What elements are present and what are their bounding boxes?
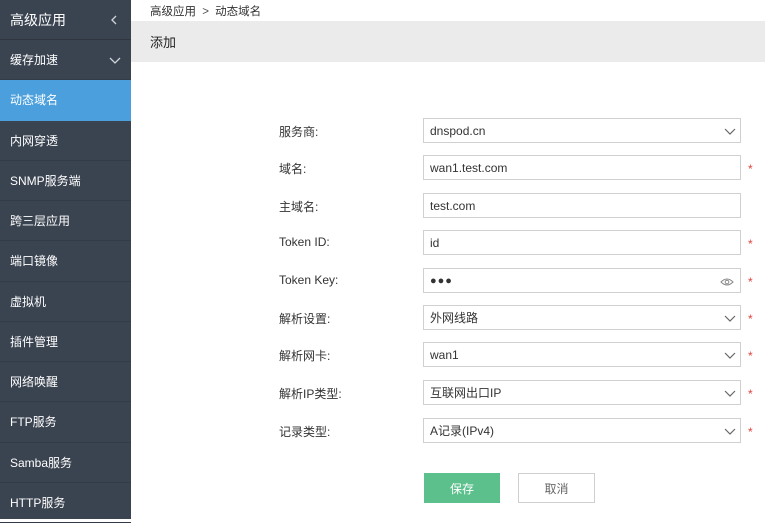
sidebar-item-wol[interactable]: 网络唤醒 xyxy=(0,362,131,403)
sidebar-item-label: 插件管理 xyxy=(10,334,59,349)
token-key-value: ●●● xyxy=(430,274,453,287)
chevron-down-icon xyxy=(724,313,736,323)
required-mark: * xyxy=(748,275,753,289)
sidebar-item-nat-traversal[interactable]: 内网穿透 xyxy=(0,121,131,161)
token-key-input[interactable]: ●●● xyxy=(423,268,741,293)
required-mark: * xyxy=(748,425,753,439)
form-row-record-type: 记录类型: A记录(IPv4) * xyxy=(131,418,765,444)
chevron-left-icon[interactable] xyxy=(109,15,119,25)
form-row-resolve-nic: 解析网卡: wan1 * xyxy=(131,342,765,368)
resolve-nic-value: wan1 xyxy=(430,347,459,362)
page-title-bar: 添加 xyxy=(131,21,765,62)
provider-label: 服务商: xyxy=(279,125,319,139)
sidebar-item-label: SNMP服务端 xyxy=(10,173,81,188)
sidebar-item-ddns[interactable]: 动态域名 xyxy=(0,80,131,121)
provider-value: dnspod.cn xyxy=(430,123,486,138)
sidebar-item-label: 网络唤醒 xyxy=(10,375,59,390)
resolve-setting-value: 外网线路 xyxy=(430,311,479,325)
sidebar-item-label: 内网穿透 xyxy=(10,133,59,148)
sidebar-item-vm[interactable]: 虚拟机 xyxy=(0,282,131,322)
required-mark: * xyxy=(748,312,753,326)
resolve-ip-type-label: 解析IP类型: xyxy=(279,387,342,401)
sidebar-item-port-mirror[interactable]: 端口镜像 xyxy=(0,241,131,282)
chevron-down-icon xyxy=(724,388,736,398)
chevron-down-icon xyxy=(109,55,121,65)
provider-select[interactable]: dnspod.cn xyxy=(423,118,741,143)
required-mark: * xyxy=(748,387,753,401)
sidebar-header[interactable]: 高级应用 xyxy=(0,0,131,40)
sidebar-header-label: 高级应用 xyxy=(10,11,66,28)
sidebar-item-plugins[interactable]: 插件管理 xyxy=(0,322,131,362)
chevron-down-icon xyxy=(724,350,736,360)
token-id-label: Token ID: xyxy=(279,235,330,249)
sidebar-item-label: FTP服务 xyxy=(10,415,57,430)
token-id-input[interactable]: id xyxy=(423,230,741,255)
sidebar-item-label: 动态域名 xyxy=(10,93,59,108)
resolve-setting-select[interactable]: 外网线路 xyxy=(423,305,741,330)
eye-icon[interactable] xyxy=(720,276,734,286)
record-type-value: A记录(IPv4) xyxy=(430,424,495,438)
main-domain-value: test.com xyxy=(430,198,476,213)
main-domain-label: 主域名: xyxy=(279,200,319,214)
resolve-nic-select[interactable]: wan1 xyxy=(423,342,741,367)
chevron-down-icon xyxy=(724,126,736,136)
sidebar-item-layer3[interactable]: 跨三层应用 xyxy=(0,201,131,242)
chevron-down-icon xyxy=(724,426,736,436)
domain-label: 域名: xyxy=(279,162,307,176)
breadcrumb-parent[interactable]: 高级应用 xyxy=(150,6,196,18)
breadcrumb: 高级应用 > 动态域名 xyxy=(150,3,261,19)
sidebar-item-label: 跨三层应用 xyxy=(10,214,71,229)
domain-value: wan1.test.com xyxy=(430,160,508,175)
form-row-token-id: Token ID: id * xyxy=(131,230,765,256)
sidebar-item-label: Samba服务 xyxy=(10,455,73,470)
sidebar-item-label: HTTP服务 xyxy=(10,495,66,510)
sidebar-item-http[interactable]: HTTP服务 xyxy=(0,483,131,523)
domain-input[interactable]: wan1.test.com xyxy=(423,155,741,180)
resolve-nic-label: 解析网卡: xyxy=(279,349,331,363)
sidebar-item-samba[interactable]: Samba服务 xyxy=(0,443,131,483)
save-button[interactable]: 保存 xyxy=(424,473,500,503)
required-mark: * xyxy=(748,349,753,363)
form-row-resolve-ip-type: 解析IP类型: 互联网出口IP * xyxy=(131,380,765,406)
sidebar-item-label: 缓存加速 xyxy=(10,53,59,68)
resolve-setting-label: 解析设置: xyxy=(279,312,331,326)
sidebar: 高级应用 缓存加速 动态域名 内网穿透 SNMP服务端 跨三层应用 端口镜像 虚… xyxy=(0,0,131,523)
form-row-main-domain: 主域名: test.com xyxy=(131,193,765,219)
token-key-label: Token Key: xyxy=(279,273,339,287)
token-id-value: id xyxy=(430,235,440,250)
form-row-provider: 服务商: dnspod.cn xyxy=(131,118,765,144)
record-type-select[interactable]: A记录(IPv4) xyxy=(423,418,741,443)
resolve-ip-type-value: 互联网出口IP xyxy=(430,386,502,400)
sidebar-item-label: 虚拟机 xyxy=(10,294,47,309)
cancel-button[interactable]: 取消 xyxy=(518,473,595,503)
form-row-token-key: Token Key: ●●● * xyxy=(131,268,765,294)
sidebar-item-ftp[interactable]: FTP服务 xyxy=(0,402,131,443)
page-title: 添加 xyxy=(150,35,177,50)
record-type-label: 记录类型: xyxy=(279,425,331,439)
resolve-ip-type-select[interactable]: 互联网出口IP xyxy=(423,380,741,405)
form-row-resolve-setting: 解析设置: 外网线路 * xyxy=(131,305,765,331)
main-content: 高级应用 > 动态域名 添加 服务商: dnspod.cn 域名: wan1.t… xyxy=(131,0,765,519)
sidebar-item-label: 端口镜像 xyxy=(10,254,59,269)
sidebar-item-cache-accel[interactable]: 缓存加速 xyxy=(0,40,131,81)
sidebar-item-snmp[interactable]: SNMP服务端 xyxy=(0,161,131,201)
required-mark: * xyxy=(748,237,753,251)
main-domain-input[interactable]: test.com xyxy=(423,193,741,218)
required-mark: * xyxy=(748,162,753,176)
breadcrumb-separator: > xyxy=(202,6,209,18)
breadcrumb-current: 动态域名 xyxy=(215,6,262,18)
form-row-domain: 域名: wan1.test.com * xyxy=(131,155,765,181)
